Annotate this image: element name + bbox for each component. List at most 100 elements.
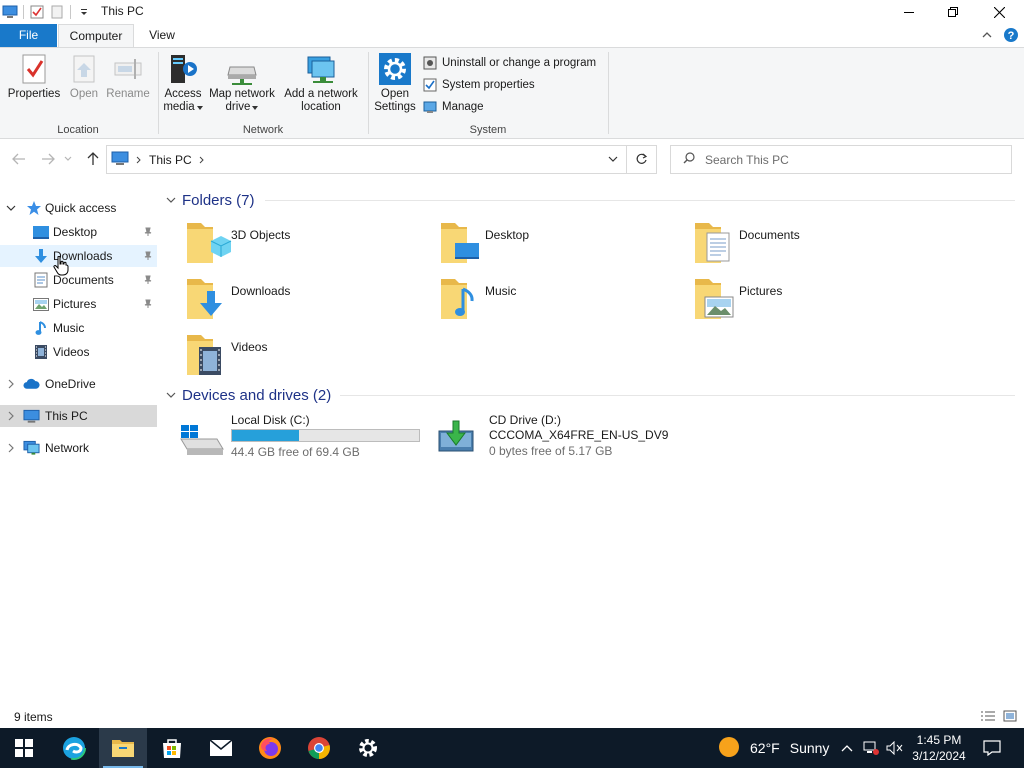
documents-folder-icon xyxy=(693,219,741,267)
folder-desktop[interactable]: Desktop xyxy=(439,219,679,271)
nav-pictures[interactable]: Pictures xyxy=(0,293,157,315)
file-explorer-icon[interactable] xyxy=(99,728,147,768)
forward-button[interactable] xyxy=(38,149,58,169)
folder-documents[interactable]: Documents xyxy=(693,219,933,271)
breadcrumb-this-pc[interactable]: This PC xyxy=(149,153,192,167)
details-view-icon[interactable] xyxy=(980,709,996,723)
collapsed-chevron-icon[interactable] xyxy=(5,410,17,422)
firefox-icon[interactable] xyxy=(246,728,294,768)
address-bar[interactable]: This PC xyxy=(106,145,657,174)
title-bar: This PC xyxy=(0,0,1024,24)
settings-gear-icon[interactable] xyxy=(344,728,392,768)
uninstall-program-button[interactable]: Uninstall or change a program xyxy=(422,53,596,73)
show-hidden-icons-chevron-icon[interactable] xyxy=(838,739,856,757)
rename-icon xyxy=(111,52,145,86)
pin-icon[interactable] xyxy=(142,298,154,310)
open-button[interactable]: Open xyxy=(66,52,102,101)
minimize-button[interactable] xyxy=(886,0,932,24)
content-area: Folders (7) 3D Objects Desktop Documents… xyxy=(157,186,1024,702)
collapsed-chevron-icon[interactable] xyxy=(5,442,17,454)
expanded-chevron-icon[interactable] xyxy=(5,202,17,214)
properties-check-icon xyxy=(17,52,51,86)
add-network-location-button[interactable]: Add a network location xyxy=(281,52,361,114)
properties-icon[interactable] xyxy=(27,2,47,22)
clock-time: 1:45 PM xyxy=(916,733,962,747)
tab-view[interactable]: View xyxy=(140,24,184,47)
tab-computer[interactable]: Computer xyxy=(58,24,134,48)
drive-local-disk-c[interactable]: Local Disk (C:) 44.4 GB free of 69.4 GB xyxy=(179,413,424,463)
clock[interactable]: 1:45 PM 3/12/2024 xyxy=(908,732,970,764)
section-collapse-chevron-icon[interactable] xyxy=(165,389,177,401)
folder-downloads[interactable]: Downloads xyxy=(185,275,425,327)
start-button[interactable] xyxy=(0,728,48,768)
folder-videos[interactable]: Videos xyxy=(185,331,425,383)
back-button[interactable] xyxy=(9,149,29,169)
3d-objects-folder-icon xyxy=(185,219,233,267)
hand-cursor-icon xyxy=(53,255,69,279)
recent-locations-chevron-icon[interactable] xyxy=(62,149,74,169)
rename-button[interactable]: Rename xyxy=(104,52,152,101)
large-icons-view-icon[interactable] xyxy=(1002,709,1018,723)
nav-this-pc[interactable]: This PC xyxy=(0,405,157,427)
expand-ribbon-chevron-icon[interactable] xyxy=(978,26,996,44)
access-media-button[interactable]: Access media xyxy=(163,52,203,114)
open-settings-button[interactable]: Open Settings xyxy=(373,52,417,114)
navigation-row: This PC xyxy=(0,140,1024,178)
search-box[interactable] xyxy=(670,145,1012,174)
desktop-icon xyxy=(32,224,49,241)
breadcrumb-chevron-icon[interactable] xyxy=(199,153,205,167)
folders-section-header[interactable]: Folders (7) xyxy=(165,188,1015,212)
weather-text: Sunny xyxy=(789,740,830,756)
refresh-button[interactable] xyxy=(626,146,656,173)
folder-pictures[interactable]: Pictures xyxy=(693,275,933,327)
breadcrumb-chevron-icon[interactable] xyxy=(136,153,142,167)
music-note-icon xyxy=(32,320,49,337)
drives-section-header[interactable]: Devices and drives (2) xyxy=(165,383,1015,407)
nav-onedrive[interactable]: OneDrive xyxy=(0,373,157,395)
up-button[interactable] xyxy=(83,149,103,169)
pictures-folder-icon xyxy=(693,275,741,323)
map-network-drive-button[interactable]: Map network drive xyxy=(207,52,277,114)
nav-desktop[interactable]: Desktop xyxy=(0,221,157,243)
search-input[interactable] xyxy=(705,152,995,167)
nav-videos[interactable]: Videos xyxy=(0,341,157,363)
group-label-location: Location xyxy=(57,124,99,136)
nav-network[interactable]: Network xyxy=(0,437,157,459)
manage-button[interactable]: Manage xyxy=(422,97,484,117)
pin-icon[interactable] xyxy=(142,274,154,286)
folder-3d-objects[interactable]: 3D Objects xyxy=(185,219,425,271)
section-collapse-chevron-icon[interactable] xyxy=(165,194,177,206)
nav-quick-access[interactable]: Quick access xyxy=(0,197,157,219)
weather-widget[interactable]: 62°F Sunny xyxy=(718,728,829,768)
uninstall-icon xyxy=(422,55,438,71)
microsoft-store-icon[interactable] xyxy=(148,728,196,768)
pin-icon[interactable] xyxy=(142,226,154,238)
customize-qat-chevron-icon[interactable] xyxy=(74,2,94,22)
mail-icon[interactable] xyxy=(197,728,245,768)
group-label-system: System xyxy=(469,124,507,136)
nav-documents[interactable]: Documents xyxy=(0,269,157,291)
notification-center-icon[interactable] xyxy=(980,736,1004,760)
collapsed-chevron-icon[interactable] xyxy=(5,378,17,390)
volume-muted-icon[interactable] xyxy=(886,739,904,757)
pin-icon[interactable] xyxy=(142,250,154,262)
folder-music[interactable]: Music xyxy=(439,275,679,327)
drive-cd-d[interactable]: CD Drive (D:) CCCOMA_X64FRE_EN-US_DV9 0 … xyxy=(437,413,697,463)
edge-icon[interactable] xyxy=(50,728,98,768)
chrome-icon[interactable] xyxy=(295,728,343,768)
new-folder-icon[interactable] xyxy=(47,2,67,22)
properties-button[interactable]: Properties xyxy=(6,52,62,101)
nav-downloads[interactable]: Downloads xyxy=(0,245,157,267)
taskbar: 62°F Sunny 1:45 PM 3/12/2024 xyxy=(0,728,1024,768)
network-status-icon[interactable] xyxy=(862,739,880,757)
maximize-button[interactable] xyxy=(930,0,976,24)
close-button[interactable] xyxy=(976,0,1022,24)
nav-music[interactable]: Music xyxy=(0,317,157,339)
address-history-chevron-icon[interactable] xyxy=(606,152,620,166)
help-icon[interactable]: ? xyxy=(1002,26,1020,44)
this-pc-icon[interactable] xyxy=(0,2,20,22)
documents-icon xyxy=(32,272,49,289)
system-properties-button[interactable]: System properties xyxy=(422,75,535,95)
tab-file[interactable]: File xyxy=(0,24,57,47)
system-tray xyxy=(838,728,904,768)
